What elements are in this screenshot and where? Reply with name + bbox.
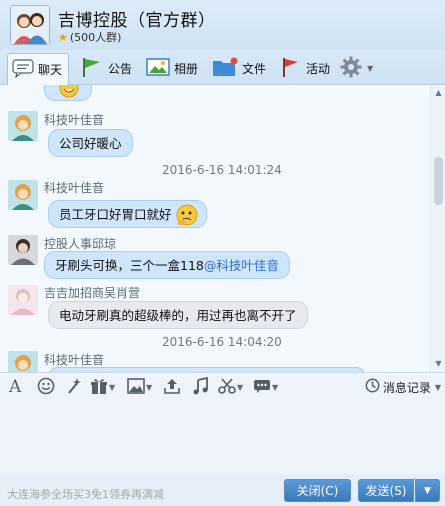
scissors-icon [218, 377, 236, 398]
image-icon [127, 377, 145, 397]
input-toolbar: A ▼ ▼ ▼ ▼ 消息记录 ▼ [0, 372, 445, 400]
magic-button[interactable] [65, 377, 83, 398]
upload-button[interactable] [163, 378, 181, 396]
message-input[interactable] [0, 400, 445, 474]
sender-name: 科技叶佳音 [44, 181, 105, 195]
scroll-up-icon[interactable]: ▲ [434, 88, 443, 97]
folder-icon [212, 56, 242, 81]
scroll-down-icon[interactable]: ▼ [434, 359, 443, 368]
upload-icon [163, 377, 181, 398]
tab-label: 文件 [242, 61, 267, 76]
sender-name: 控股人事邱琼 [44, 237, 117, 251]
chevron-down-icon: ▼ [109, 382, 116, 392]
font-icon: A [9, 377, 22, 397]
thinking-emoji-icon [175, 203, 199, 237]
tab-label: 公告 [108, 61, 133, 76]
close-button[interactable]: 关闭(C) [284, 479, 351, 502]
footer-bar: 大连海参全场买3免1领券再满减 关闭(C) 发送(S) ▼ [0, 474, 445, 506]
gift-button[interactable]: ▼ [90, 378, 115, 396]
message-bubble: 牙刷头可换，三个一盒118@科技叶佳音 [44, 251, 290, 279]
tab-label: 活动 [306, 61, 331, 76]
message-text: 员工牙口好胃口就好 [59, 207, 172, 222]
sender-name: 科技叶佳音 [44, 113, 105, 127]
chevron-down-icon: ▼ [237, 382, 244, 392]
send-button[interactable]: 发送(S) [358, 479, 414, 502]
image-button[interactable]: ▼ [127, 377, 153, 397]
music-note-icon [192, 376, 210, 398]
message-text: 牙刷头可换，三个一盒118 [55, 258, 204, 273]
event-flag-icon [280, 56, 306, 81]
more-bubble-icon [253, 378, 271, 397]
group-avatar[interactable] [10, 5, 50, 45]
avatar[interactable] [8, 351, 38, 372]
message-bubble: 电动牙刷真的超级棒的，用过再也离不开了 [48, 301, 308, 329]
avatar[interactable] [8, 235, 38, 265]
emoji-button[interactable] [37, 377, 55, 398]
tab-bar: 聊天 公告 相册 文件 活动 ▼ [0, 50, 445, 85]
star-icon: ★ [58, 30, 68, 44]
avatar[interactable] [8, 180, 38, 210]
tab-chat[interactable]: 聊天 [7, 53, 69, 85]
more-tools-button[interactable]: ▼ [253, 378, 278, 396]
chat-scrollbar[interactable]: ▲ ▼ [430, 85, 445, 372]
timestamp: 2016-6-16 14:01:24 [162, 163, 282, 177]
chevron-down-icon: ▼ [434, 382, 441, 392]
history-label: 消息记录 [382, 380, 431, 395]
ad-text[interactable]: 大连海参全场买3免1领券再满减 [7, 486, 164, 502]
send-options-button[interactable]: ▼ [415, 479, 440, 502]
member-count-text: (500人群) [69, 31, 122, 44]
album-picture-icon [146, 57, 174, 80]
sender-name: 科技叶佳音 [44, 353, 105, 367]
settings-menu[interactable]: ▼ [336, 53, 377, 83]
group-member-count: ★ (500人群) [58, 29, 121, 45]
tab-label: 聊天 [38, 63, 63, 77]
timestamp: 2016-6-16 14:04:20 [162, 335, 282, 349]
tab-album[interactable]: 相册 [142, 53, 202, 83]
avatar[interactable] [8, 285, 38, 315]
tab-events[interactable]: 活动 [276, 53, 334, 83]
chevron-down-icon: ▼ [146, 382, 153, 392]
sender-name: 吉吉加招商吴肖营 [44, 286, 141, 300]
gift-icon [90, 377, 108, 398]
message-bubble: 公司好暖心 [48, 129, 133, 157]
music-button[interactable] [192, 376, 210, 398]
message-bubble: 员工牙口好胃口就好 [48, 200, 207, 228]
tab-files[interactable]: 文件 [208, 53, 270, 83]
screenshot-button[interactable]: ▼ [218, 377, 244, 398]
announcement-flag-icon [80, 56, 108, 81]
mention-link[interactable]: @科技叶佳音 [204, 258, 279, 273]
smiley-emoji-icon [59, 85, 79, 108]
message-list[interactable]: 科技叶佳音 公司好暖心 2016-6-16 14:01:24 科技叶佳音 员工牙… [0, 85, 430, 372]
gear-icon [340, 56, 366, 81]
scroll-thumb[interactable] [434, 157, 443, 205]
tab-announcement[interactable]: 公告 [76, 53, 136, 83]
clock-icon [365, 378, 380, 396]
smiley-icon [37, 377, 55, 398]
chevron-down-icon: ▼ [424, 485, 431, 496]
chat-bubble-icon [12, 58, 38, 81]
avatar[interactable] [8, 111, 38, 141]
magic-wand-icon [65, 377, 83, 398]
tab-label: 相册 [174, 61, 199, 76]
font-button[interactable]: A [9, 377, 22, 397]
chevron-down-icon: ▼ [367, 63, 374, 73]
chat-header: 吉博控股（官方群） ★ (500人群) [0, 0, 445, 50]
chevron-down-icon: ▼ [272, 382, 279, 392]
message-history-button[interactable]: 消息记录 ▼ [365, 378, 441, 396]
emoji-bubble [44, 85, 92, 101]
group-title: 吉博控股（官方群） [58, 11, 216, 31]
